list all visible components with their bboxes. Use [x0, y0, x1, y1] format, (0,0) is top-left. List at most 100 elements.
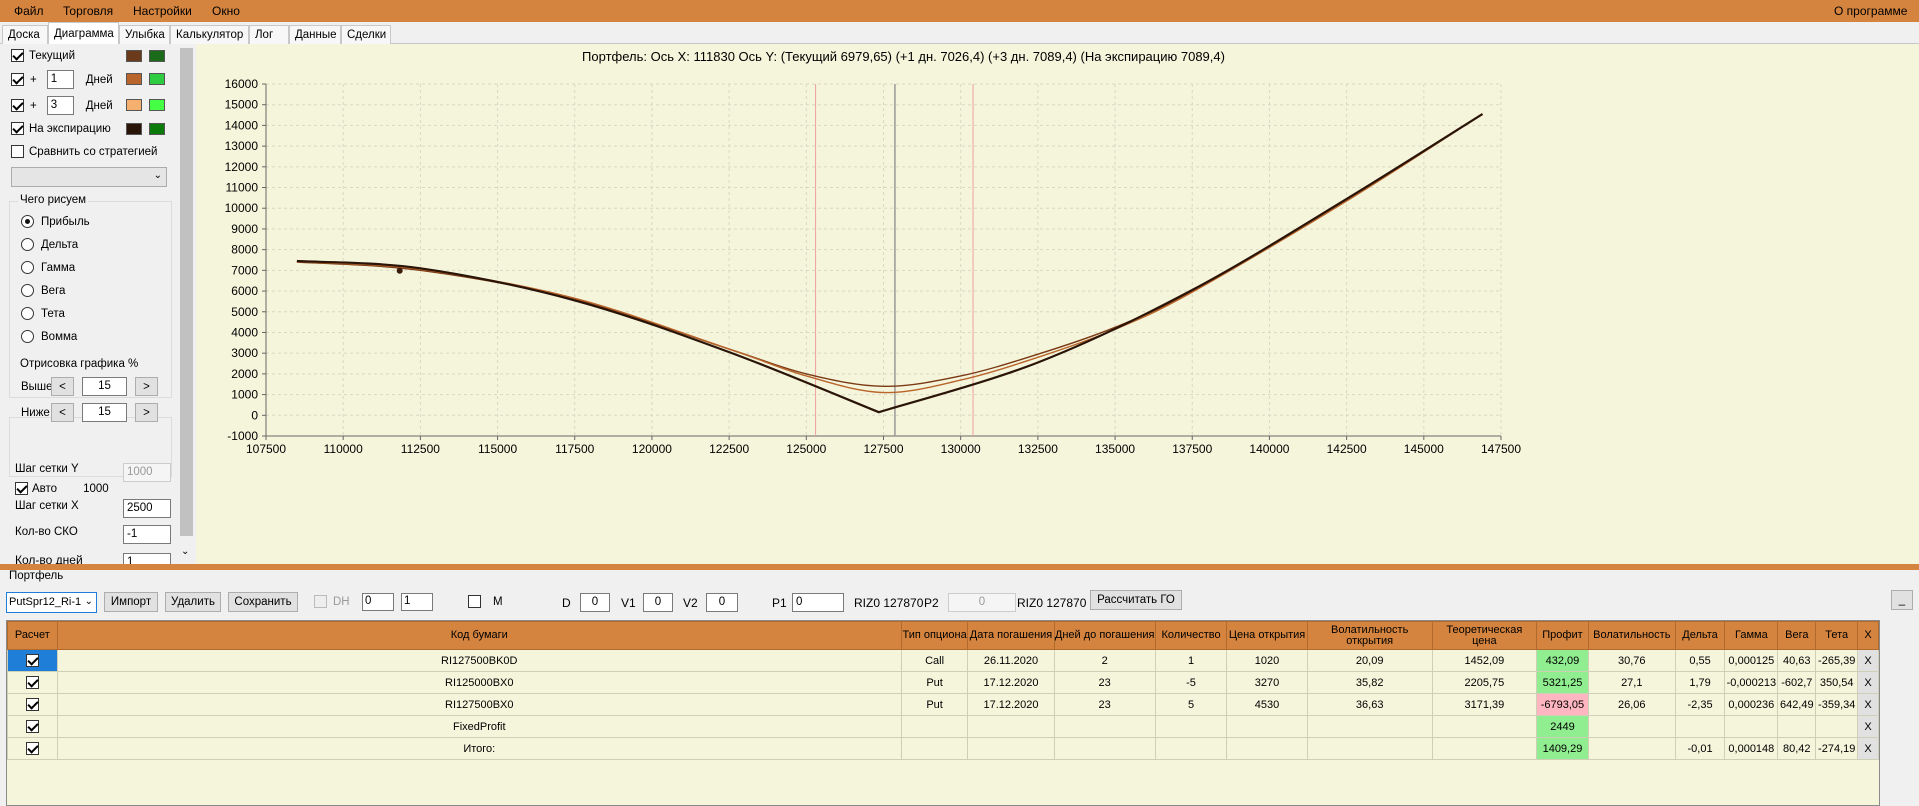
checkbox-compare[interactable] — [11, 145, 24, 158]
checkbox-calc[interactable] — [25, 742, 39, 755]
import-button[interactable]: Импорт — [104, 592, 158, 612]
cell-days: 23 — [1053, 693, 1156, 716]
color-swatch-d1-a[interactable] — [126, 73, 142, 85]
gridy-input[interactable]: 1000 — [123, 463, 171, 482]
minimize-button[interactable]: _ — [1891, 590, 1913, 610]
color-swatch-exp-a[interactable] — [126, 123, 142, 135]
below-prev-button[interactable]: < — [51, 403, 74, 422]
tab-data[interactable]: Данные — [289, 25, 341, 44]
tab-diagram[interactable]: Диаграмма — [48, 22, 119, 44]
days-1-input[interactable]: 1 — [46, 70, 74, 89]
table-row[interactable]: RI127500BX0 Put 17.12.2020 23 5 4530 36,63 3171… — [7, 693, 1879, 716]
tab-board[interactable]: Доска — [2, 25, 48, 44]
above-next-button[interactable]: > — [135, 377, 158, 396]
above-prev-button[interactable]: < — [51, 377, 74, 396]
cell-x[interactable]: X — [1857, 693, 1879, 716]
table-row[interactable]: Итого: 1409,29 -0,01 0,000148 80,42 -274,19 X — [7, 737, 1879, 760]
cell-x[interactable]: X — [1857, 737, 1879, 760]
menu-trade[interactable]: Торговля — [63, 4, 113, 18]
col-theta[interactable]: Тета — [1815, 621, 1859, 650]
calc-go-button[interactable]: Рассчитать ГО — [1090, 590, 1182, 610]
col-calc[interactable]: Расчет — [7, 621, 58, 650]
v2-input[interactable]: 0 — [706, 593, 738, 612]
menu-about[interactable]: О программе — [1834, 4, 1907, 18]
col-vol-open[interactable]: Волатильность открытия — [1306, 621, 1433, 650]
checkbox-calc[interactable] — [25, 676, 39, 689]
col-gamma[interactable]: Гамма — [1724, 621, 1779, 650]
tab-deals[interactable]: Сделки — [341, 25, 391, 44]
col-x[interactable]: X — [1857, 621, 1879, 650]
tab-calculator[interactable]: Калькулятор — [170, 25, 249, 44]
col-theo[interactable]: Теоретическая цена — [1431, 621, 1538, 650]
tab-smile[interactable]: Улыбка — [119, 25, 170, 44]
below-input[interactable]: 15 — [82, 403, 127, 422]
v1-input[interactable]: 0 — [643, 593, 673, 612]
color-swatch-exp-b[interactable] — [149, 123, 165, 135]
days-3-input[interactable]: 3 — [46, 96, 74, 115]
col-profit[interactable]: Профит — [1536, 621, 1589, 650]
radio-vega[interactable]: Вега — [21, 284, 65, 297]
col-type[interactable]: Тип опциона — [900, 621, 969, 650]
checkbox-dh[interactable] — [314, 595, 327, 608]
col-date[interactable]: Дата погашения — [967, 621, 1055, 650]
scroll-down-icon[interactable]: ⌄ — [181, 546, 189, 557]
color-swatch-current-a[interactable] — [126, 50, 142, 62]
checkbox-plus-3[interactable] — [11, 99, 24, 112]
col-delta[interactable]: Дельта — [1674, 621, 1726, 650]
cell-x[interactable]: X — [1857, 671, 1879, 694]
col-days[interactable]: Дней до погашения — [1053, 621, 1156, 650]
color-swatch-d3-a[interactable] — [126, 99, 142, 111]
save-button[interactable]: Сохранить — [228, 592, 298, 612]
row-calc-checkbox[interactable] — [7, 715, 58, 738]
sko-input[interactable]: -1 — [123, 525, 171, 544]
cell-x[interactable]: X — [1857, 715, 1879, 738]
radio-vomma[interactable]: Вомма — [21, 330, 77, 343]
checkbox-current[interactable] — [11, 49, 24, 62]
checkbox-expiry[interactable] — [11, 122, 24, 135]
menu-window[interactable]: Окно — [212, 4, 240, 18]
dh-spinner-2[interactable]: 1 — [401, 593, 433, 611]
radio-delta[interactable]: Дельта — [21, 238, 78, 251]
days-count-input[interactable]: 1 — [123, 553, 171, 564]
dh-spinner-1[interactable]: 0 — [362, 593, 394, 611]
checkbox-m[interactable] — [468, 595, 481, 608]
below-next-button[interactable]: > — [135, 403, 158, 422]
row-calc-checkbox[interactable] — [7, 693, 58, 716]
table-row[interactable]: FixedProfit 2449 X — [7, 715, 1879, 738]
row-calc-checkbox[interactable] — [7, 737, 58, 760]
checkbox-plus-1[interactable] — [11, 73, 24, 86]
menu-file[interactable]: Файл — [14, 4, 44, 18]
cell-theo: 2205,75 — [1431, 671, 1538, 694]
above-input[interactable]: 15 — [82, 377, 127, 396]
gridx-input[interactable]: 2500 — [123, 499, 171, 518]
table-row[interactable]: RI127500BK0D Call 26.11.2020 2 1 1020 20,09 145… — [7, 649, 1879, 672]
cell-x[interactable]: X — [1857, 649, 1879, 672]
col-qty[interactable]: Количество — [1154, 621, 1228, 650]
checkbox-calc[interactable] — [25, 720, 39, 733]
checkbox-calc[interactable] — [25, 698, 39, 711]
table-row[interactable]: RI125000BX0 Put 17.12.2020 23 -5 3270 35,82 220… — [7, 671, 1879, 694]
p1-input[interactable]: 0 — [792, 593, 844, 612]
color-swatch-current-b[interactable] — [149, 50, 165, 62]
col-vega[interactable]: Вега — [1777, 621, 1817, 650]
portfolio-select[interactable]: PutSpr12_Ri-1 ⌄ — [6, 592, 97, 613]
col-code[interactable]: Код бумаги — [56, 621, 902, 650]
color-swatch-d1-b[interactable] — [149, 73, 165, 85]
color-swatch-d3-b[interactable] — [149, 99, 165, 111]
row-calc-checkbox[interactable] — [7, 671, 58, 694]
menu-settings[interactable]: Настройки — [133, 4, 192, 18]
p2-input[interactable]: 0 — [948, 593, 1016, 612]
checkbox-calc[interactable] — [25, 654, 39, 667]
scrollbar-thumb[interactable] — [180, 48, 193, 536]
col-vol[interactable]: Волатильность — [1587, 621, 1676, 650]
radio-theta[interactable]: Тета — [21, 307, 65, 320]
tab-log[interactable]: Лог — [249, 25, 289, 44]
d-input[interactable]: 0 — [580, 593, 610, 612]
strategy-dropdown[interactable]: ⌄ — [11, 167, 167, 187]
col-price[interactable]: Цена открытия — [1226, 621, 1308, 650]
checkbox-auto[interactable] — [15, 482, 28, 495]
delete-button[interactable]: Удалить — [165, 592, 221, 612]
radio-gamma[interactable]: Гамма — [21, 261, 75, 274]
radio-profit[interactable]: Прибыль — [21, 215, 90, 228]
row-calc-checkbox[interactable] — [7, 649, 58, 672]
